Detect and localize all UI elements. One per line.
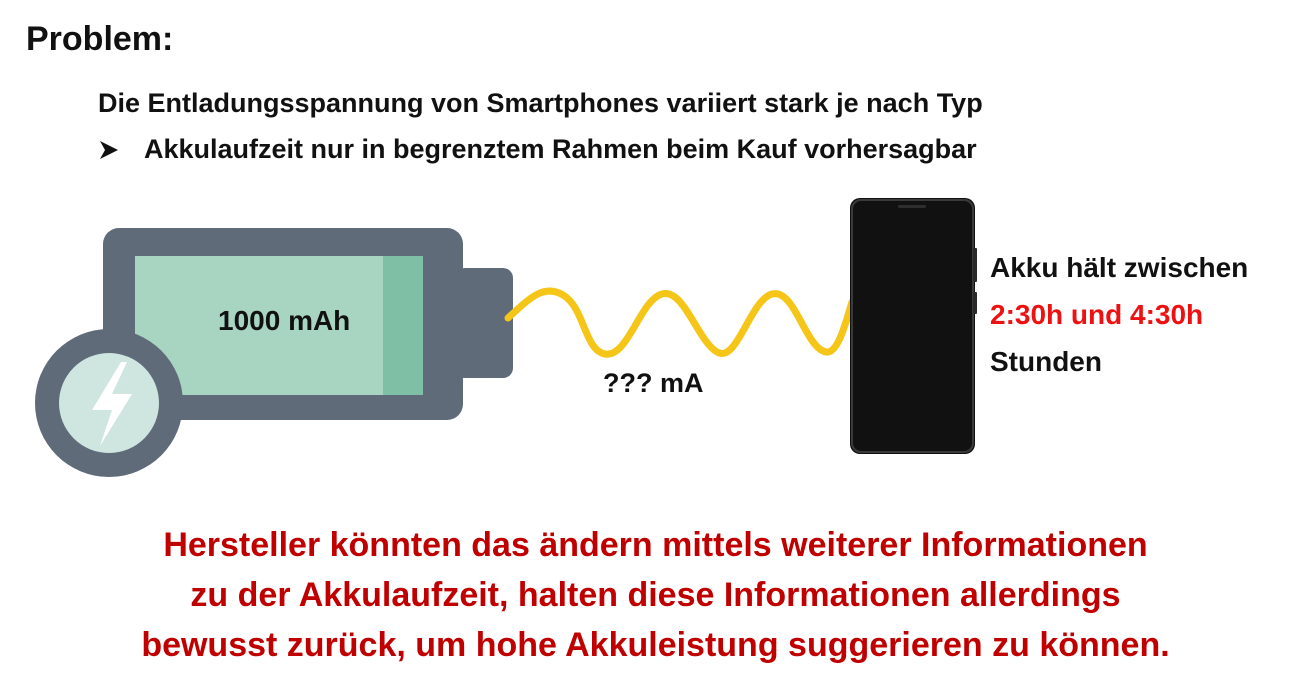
conclusion-line-2: zu der Akkulaufzeit, halten diese Inform… bbox=[190, 576, 1121, 614]
conclusion-line-3: bewusst zurück, um hohe Akkuleistung sug… bbox=[141, 626, 1170, 664]
power-wire bbox=[504, 287, 856, 358]
runtime-line-1: Akku hält zwischen bbox=[990, 252, 1249, 283]
conclusion-text: Hersteller könnten das ändern mittels we… bbox=[0, 520, 1311, 670]
runtime-description: Akku hält zwischen 2:30h und 4:30h Stund… bbox=[990, 244, 1248, 385]
battery-capacity-label: 1000 mAh bbox=[218, 305, 351, 336]
conclusion-line-1: Hersteller könnten das ändern mittels we… bbox=[163, 526, 1148, 564]
smartphone-icon bbox=[850, 198, 977, 454]
current-draw-label: ??? mA bbox=[603, 368, 704, 398]
runtime-range: 2:30h und 4:30h bbox=[990, 299, 1204, 330]
lightning-bolt-icon bbox=[35, 329, 183, 477]
runtime-line-3: Stunden bbox=[990, 346, 1102, 377]
